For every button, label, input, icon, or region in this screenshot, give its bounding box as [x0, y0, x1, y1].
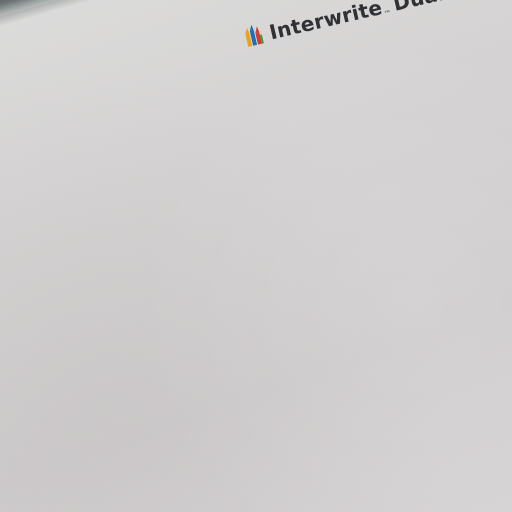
- brand-name: Interwrite: [266, 0, 385, 45]
- board-surface: [0, 0, 512, 512]
- brand-product: DualBo: [391, 0, 476, 16]
- colored-pencils-icon: [245, 24, 264, 47]
- trademark-symbol: ™: [383, 8, 393, 19]
- brand-logo: Interwrite ™ DualBo: [243, 0, 476, 50]
- whiteboard-photo: Interwrite ™ DualBo: [0, 0, 512, 512]
